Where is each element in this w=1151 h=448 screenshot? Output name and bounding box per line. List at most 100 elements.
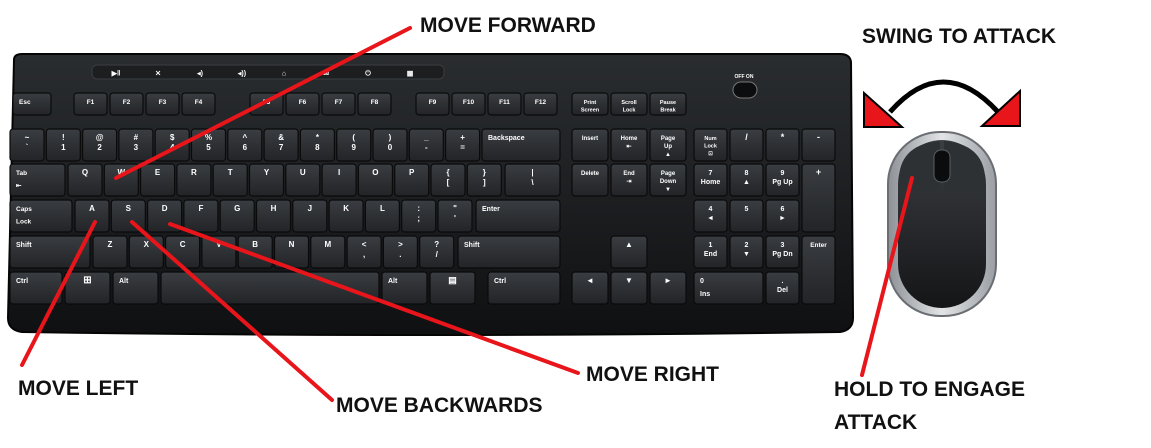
- key-s-c[interactable]: C: [165, 235, 201, 269]
- key-h-g[interactable]: G: [219, 199, 255, 233]
- key-f7[interactable]: F7: [321, 92, 356, 116]
- key-ctrl-right[interactable]: Ctrl: [487, 271, 561, 305]
- key-scroll-lock[interactable]: Scroll Lock: [610, 92, 648, 116]
- key-cap[interactable]: [693, 271, 764, 305]
- key-f2[interactable]: F2: [109, 92, 144, 116]
- key-q-y[interactable]: Y: [248, 163, 285, 197]
- key-numpad-multiply[interactable]: *: [765, 128, 800, 162]
- volume-up-icon[interactable]: ◂)): [237, 71, 246, 78]
- key-cap[interactable]: [475, 199, 561, 233]
- key-cap[interactable]: [729, 199, 764, 233]
- home-icon[interactable]: ⌂: [282, 71, 286, 78]
- key-numpad-3[interactable]: 3 Pg Dn: [765, 235, 800, 269]
- key-f4[interactable]: F4: [181, 92, 216, 116]
- key-cap[interactable]: [487, 271, 561, 305]
- key-h-l[interactable]: L: [364, 199, 400, 233]
- key-enter[interactable]: Enter: [475, 199, 561, 233]
- key-cap[interactable]: [481, 128, 561, 162]
- key-cap[interactable]: [9, 163, 66, 197]
- key-num-7[interactable]: &7: [263, 128, 299, 162]
- key-menu[interactable]: ▤: [429, 271, 476, 305]
- key-q-u[interactable]: U: [285, 163, 321, 197]
- key-q-r[interactable]: R: [176, 163, 212, 197]
- key-page-down[interactable]: Page Down ▼: [649, 163, 687, 197]
- key-num-0[interactable]: )0: [372, 128, 408, 162]
- key-num-3[interactable]: #3: [118, 128, 154, 162]
- key-arrow-up[interactable]: ▲: [610, 235, 648, 269]
- key-numpad-dot[interactable]: . Del: [765, 271, 800, 305]
- key-shift-right[interactable]: Shift: [457, 235, 561, 269]
- key-q-i[interactable]: I: [321, 163, 357, 197]
- key-num-9[interactable]: (9: [336, 128, 372, 162]
- key-arrow-left[interactable]: ◄: [571, 271, 609, 305]
- key-num-5[interactable]: %5: [190, 128, 227, 162]
- key-f8[interactable]: F8: [357, 92, 392, 116]
- key-num-2[interactable]: @2: [81, 128, 118, 162]
- key-numpad-8[interactable]: 8▲: [729, 163, 764, 197]
- key-end[interactable]: End ⇥: [610, 163, 648, 197]
- key-q-blank[interactable]: }]: [466, 163, 502, 197]
- key-numpad-9[interactable]: 9 Pg Up: [765, 163, 800, 197]
- key-numpad-0[interactable]: 0 Ins: [693, 271, 764, 305]
- key-arrow-down[interactable]: ▼: [610, 271, 648, 305]
- key-numpad-7[interactable]: 7 Home: [693, 163, 728, 197]
- key-q-p[interactable]: P: [394, 163, 430, 197]
- key-cap[interactable]: [381, 271, 428, 305]
- key-num-1[interactable]: !1: [45, 128, 81, 162]
- key-numpad-plus[interactable]: +: [801, 163, 836, 233]
- key-numpad-divide[interactable]: /: [729, 128, 764, 162]
- key-insert[interactable]: Insert: [571, 128, 609, 162]
- key-h-k[interactable]: K: [328, 199, 364, 233]
- key-f1[interactable]: F1: [73, 92, 108, 116]
- key-windows[interactable]: ⊞: [64, 271, 111, 305]
- key-numpad-5[interactable]: 5: [729, 199, 764, 233]
- key-num-lock[interactable]: Num Lock⊡: [693, 128, 728, 162]
- key-cap[interactable]: [112, 271, 159, 305]
- key-s-z[interactable]: Z: [92, 235, 128, 269]
- key-alt-right[interactable]: Alt: [381, 271, 428, 305]
- key-s-blank[interactable]: >.: [382, 235, 418, 269]
- key-delete[interactable]: Delete: [571, 163, 609, 197]
- key-backslash[interactable]: |\: [504, 163, 561, 197]
- key-numpad-6[interactable]: 6►: [765, 199, 800, 233]
- key-page-up[interactable]: Page Up ▲: [649, 128, 687, 162]
- off-on-switch[interactable]: [732, 81, 758, 99]
- key-q-o[interactable]: O: [357, 163, 393, 197]
- key-cap[interactable]: [9, 199, 73, 233]
- key-arrow-right[interactable]: ►: [649, 271, 687, 305]
- key-cap[interactable]: [571, 163, 609, 197]
- key-num-blank[interactable]: _-: [408, 128, 444, 162]
- key-f12[interactable]: F12: [523, 92, 558, 116]
- key-h-j[interactable]: J: [292, 199, 328, 233]
- key-numpad-enter[interactable]: Enter: [801, 235, 836, 305]
- key-alt-left[interactable]: Alt: [112, 271, 159, 305]
- key-f3[interactable]: F3: [145, 92, 180, 116]
- key-numpad-minus[interactable]: -: [801, 128, 836, 162]
- key-cap[interactable]: [571, 128, 609, 162]
- key-s-blank[interactable]: <,: [346, 235, 382, 269]
- mouse-scroll-wheel[interactable]: [933, 149, 951, 183]
- key-q-q[interactable]: Q: [67, 163, 103, 197]
- key-tab[interactable]: Tab ⇤: [9, 163, 66, 197]
- key-numpad-4[interactable]: 4◄: [693, 199, 728, 233]
- key-q-blank[interactable]: {[: [430, 163, 466, 197]
- key-pause-break[interactable]: Pause Break: [649, 92, 687, 116]
- power-icon[interactable]: ⏻: [365, 70, 371, 78]
- key-print-screen[interactable]: Print Screen: [571, 92, 609, 116]
- key-h-blank[interactable]: "': [437, 199, 473, 233]
- key-esc[interactable]: Esc: [12, 92, 52, 116]
- key-num-6[interactable]: ^6: [227, 128, 263, 162]
- key-f11[interactable]: F11: [487, 92, 522, 116]
- key-s-blank[interactable]: ?/: [419, 235, 455, 269]
- key-num-blank[interactable]: +=: [445, 128, 481, 162]
- key-caps-lock[interactable]: Caps Lock: [9, 199, 73, 233]
- key-numpad-2[interactable]: 2▼: [729, 235, 764, 269]
- volume-down-icon[interactable]: ◂): [196, 71, 203, 78]
- mute-icon[interactable]: ✕: [155, 71, 161, 78]
- key-num-blank[interactable]: ~`: [9, 128, 45, 162]
- key-q-t[interactable]: T: [212, 163, 248, 197]
- key-f10[interactable]: F10: [451, 92, 486, 116]
- key-f9[interactable]: F9: [415, 92, 450, 116]
- key-h-h[interactable]: H: [255, 199, 292, 233]
- key-f6[interactable]: F6: [285, 92, 320, 116]
